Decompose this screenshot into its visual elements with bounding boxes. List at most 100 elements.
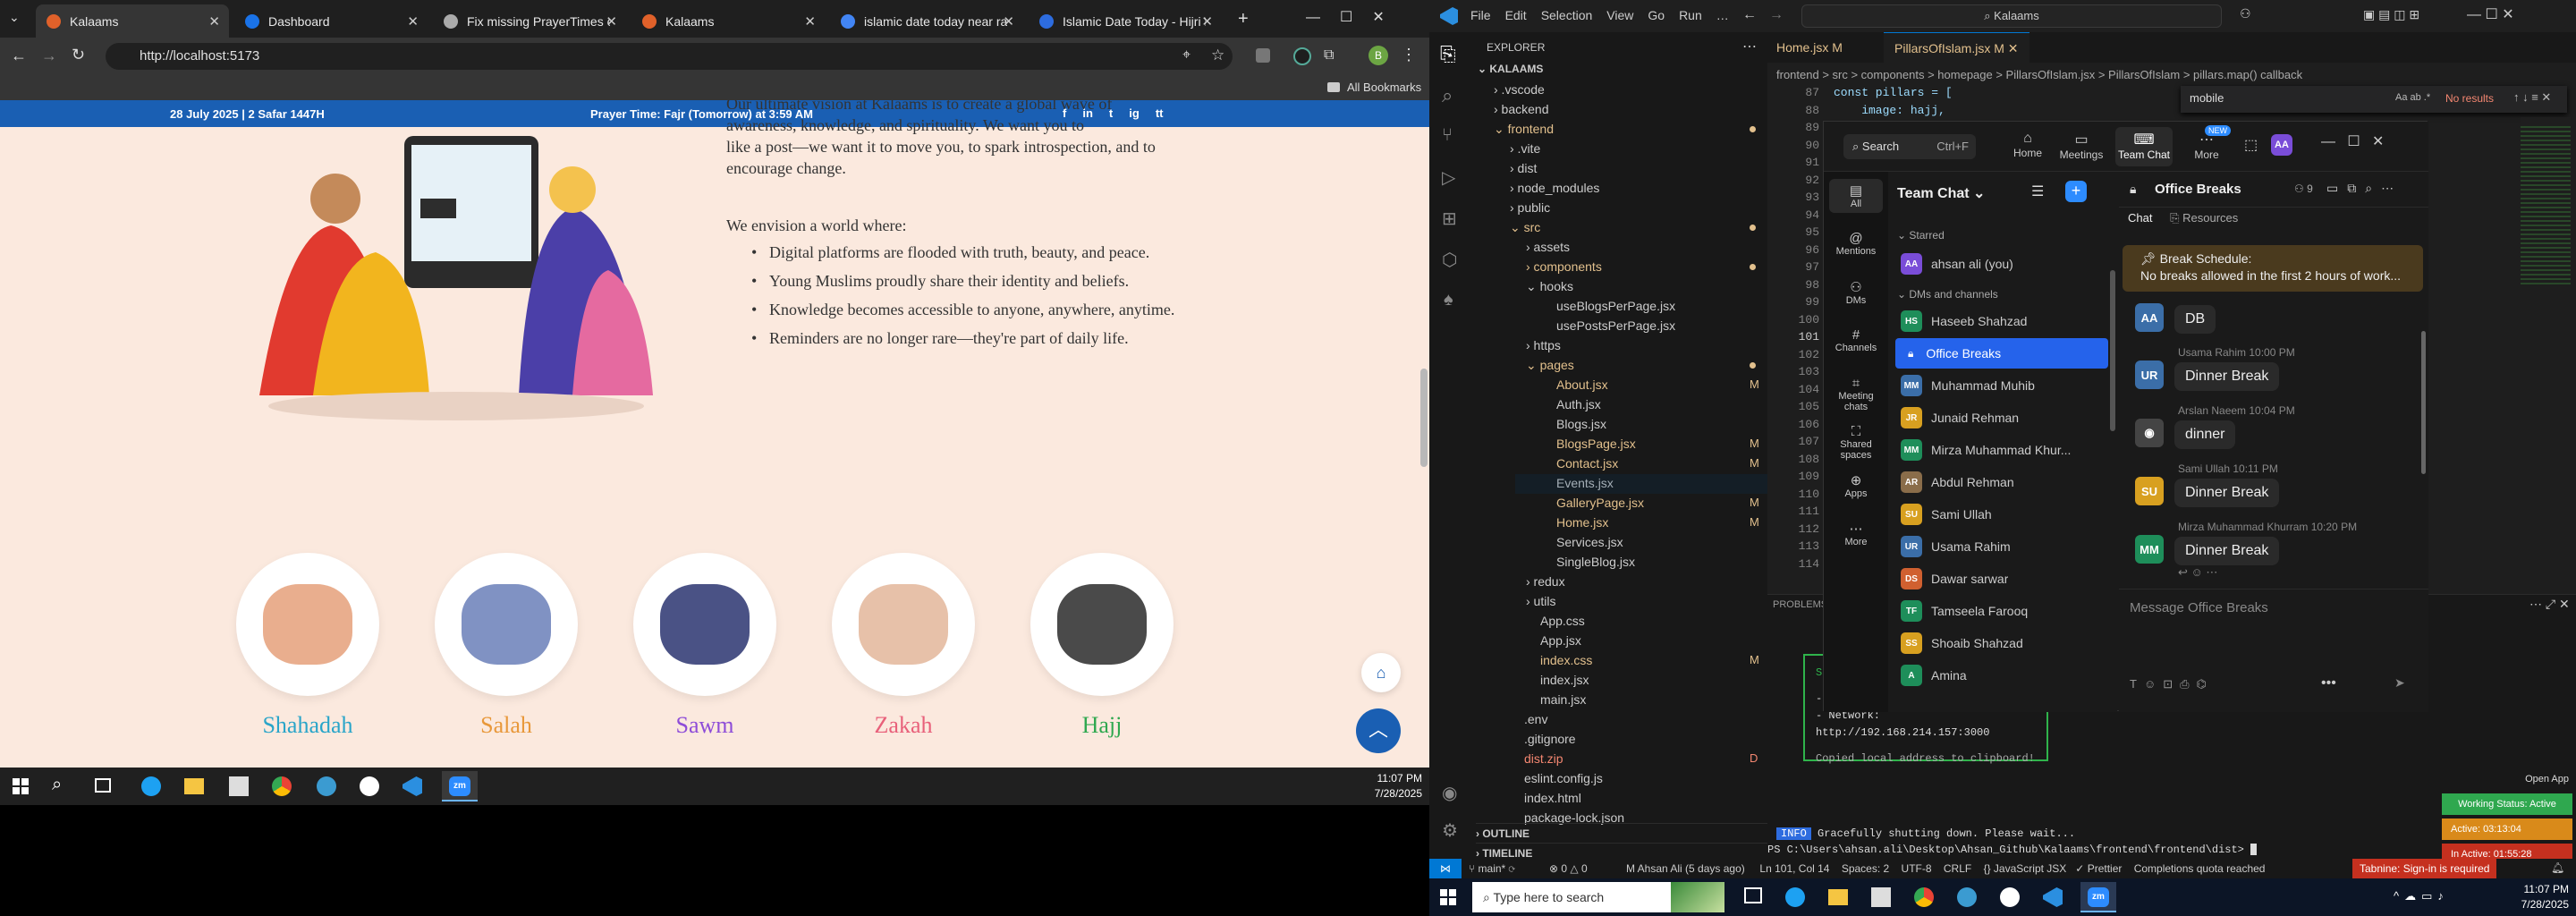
copilot-quota[interactable]: Completions quota reached <box>2134 862 2266 875</box>
filter-icon[interactable]: ☰ <box>2031 182 2044 200</box>
tree-item[interactable]: .gitignore <box>1524 732 1576 746</box>
pillar-label[interactable]: Shahadah <box>209 712 406 739</box>
message-bubble[interactable]: dinner <box>2174 420 2236 449</box>
zoom-user-avatar[interactable]: AA <box>2271 134 2292 156</box>
tree-item[interactable]: › assets <box>1526 240 1570 254</box>
contact-item[interactable]: AR Abdul Rehman <box>1895 467 2108 497</box>
zoom-layout-icon[interactable]: ⬚ <box>2244 136 2258 154</box>
contact-item[interactable]: DS Dawar sarwar <box>1895 564 2108 594</box>
search-icon[interactable]: ⌕ <box>52 775 62 795</box>
tree-item[interactable]: Contact.jsx <box>1556 456 1618 471</box>
starred-section[interactable]: ⌄ Starred <box>1897 229 1945 242</box>
pillar-card-hajj[interactable] <box>1030 553 1174 696</box>
team-chat-heading[interactable]: Team Chat ⌄ <box>1897 184 1985 202</box>
outline-section[interactable]: › OUTLINE <box>1476 823 1767 840</box>
pillar-label[interactable]: Salah <box>408 712 605 739</box>
resources-tab[interactable]: ⎘ Resources <box>2170 211 2238 225</box>
zoom-nav-team-chat[interactable]: ⌨ Team Chat <box>2115 127 2173 166</box>
find-nav-icons[interactable]: ↑ ↓ ≡ ✕ <box>2513 90 2551 105</box>
menu-more-icon[interactable]: … <box>1716 8 1729 22</box>
page-scrollbar[interactable] <box>1420 369 1428 467</box>
window-controls[interactable]: — ☐ ✕ <box>2467 5 2514 23</box>
message-bubble[interactable]: DB <box>2174 305 2216 334</box>
zoom-left-meeting-chats[interactable]: ⌗ Meeting chats <box>1829 372 1883 416</box>
tab-close-icon[interactable]: ✕ <box>407 13 419 30</box>
store-icon[interactable] <box>229 776 249 796</box>
extensions-icon[interactable]: ⊞ <box>1442 208 1457 230</box>
message-reaction-icons[interactable]: ↩︎ ☺ ⋯ <box>2178 565 2217 580</box>
tree-item[interactable]: › components <box>1526 259 1602 274</box>
tree-item[interactable]: › node_modules <box>1510 181 1599 195</box>
contact-me[interactable]: AA ahsan ali (you) <box>1895 249 2108 279</box>
tree-item[interactable]: › utils <box>1526 594 1555 608</box>
app-icon[interactable] <box>317 776 336 796</box>
vpn-icon[interactable] <box>1293 47 1311 65</box>
chrome-menu-icon[interactable]: ⋮ <box>1401 46 1417 64</box>
contact-item[interactable]: SS Shoaib Shahzad <box>1895 628 2108 658</box>
mongodb-icon[interactable]: ♠ <box>1444 290 1453 310</box>
pillar-card-salah[interactable] <box>435 553 578 696</box>
zoom-taskbar-icon[interactable]: zm <box>2080 882 2116 912</box>
explorer-icon[interactable]: ⎘ <box>1440 43 1456 66</box>
open-app-link[interactable]: Open App <box>2453 774 2569 785</box>
file-explorer-icon[interactable] <box>184 778 204 794</box>
timeline-section[interactable]: › TIMELINE <box>1476 843 1767 860</box>
tabnine-status[interactable]: Tabnine: Sign-in is required <box>2352 859 2497 878</box>
tab-close-icon[interactable]: ✕ <box>1003 13 1014 30</box>
branch-indicator[interactable]: ⑂ main* ⟳ <box>1469 862 1515 875</box>
problems-indicator[interactable]: ⊗ 0 △ 0 <box>1549 862 1588 875</box>
menu-item[interactable]: Selection <box>1541 8 1593 22</box>
tree-item[interactable]: › dist <box>1510 161 1537 175</box>
pillar-label[interactable]: Sawm <box>606 712 803 739</box>
windows-start-icon[interactable] <box>1440 889 1456 905</box>
message-bubble[interactable]: Dinner Break <box>2174 537 2280 565</box>
tab-pillars[interactable]: PillarsOfIslam.jsx M ✕ <box>1884 32 2029 63</box>
tree-item[interactable]: SingleBlog.jsx <box>1556 555 1635 569</box>
new-chat-icon[interactable]: + <box>2065 181 2087 202</box>
tree-item[interactable]: Services.jsx <box>1556 535 1623 549</box>
system-tray-icons[interactable]: ^☁▭♪ <box>2394 889 2449 903</box>
zoom-nav-home[interactable]: ⌂ Home <box>1999 127 2056 166</box>
language-mode[interactable]: {} JavaScript JSX <box>1984 862 2067 875</box>
project-root[interactable]: ⌄ KALAAMS <box>1478 63 1543 75</box>
zoom-left-dms[interactable]: ⚇ DMs <box>1829 276 1883 310</box>
panel-controls[interactable]: ⋯ ⤢ ✕ <box>2529 597 2570 612</box>
zoom-left-all[interactable]: ▤ All <box>1829 179 1883 213</box>
channel-name[interactable]: Office Breaks <box>2155 182 2241 197</box>
edge-taskbar-icon[interactable] <box>1785 887 1805 907</box>
menu-item[interactable]: Run <box>1679 8 1702 22</box>
address-bar[interactable]: http://localhost:5173 <box>106 43 1233 70</box>
browser-tab[interactable]: Islamic Date Today - Hijri Da ✕ <box>1029 4 1222 38</box>
location-icon[interactable]: ⌖ <box>1182 47 1191 64</box>
taskbar-clock[interactable]: 11:07 PM 7/28/2025 <box>2483 882 2569 912</box>
tree-item[interactable]: useBlogsPerPage.jsx <box>1556 299 1675 313</box>
menu-item[interactable]: File <box>1470 8 1491 22</box>
zoom-search[interactable]: ⌕ Search Ctrl+F <box>1843 134 1976 159</box>
encoding[interactable]: UTF-8 <box>1902 862 1932 875</box>
minimap[interactable] <box>2521 117 2571 493</box>
tree-item[interactable]: App.jsx <box>1540 633 1581 648</box>
contact-item[interactable]: UR Usama Rahim <box>1895 531 2108 562</box>
indent-setting[interactable]: Spaces: 2 <box>1842 862 1889 875</box>
tab-close-icon[interactable]: ✕ <box>1201 13 1213 30</box>
working-status[interactable]: Working Status: Active <box>2442 793 2572 815</box>
line-ending[interactable]: CRLF <box>1944 862 1971 875</box>
browser-tab[interactable]: islamic date today near rawa✕ <box>830 4 1023 38</box>
git-blame[interactable]: M Ahsan Ali (5 days ago) <box>1626 862 1745 875</box>
contact-item[interactable]: MM Mirza Muhammad Khur... <box>1895 435 2108 465</box>
social-link-icon[interactable]: ig <box>1129 106 1140 120</box>
message-input[interactable]: Message Office Breaks <box>2130 600 2268 615</box>
new-tab-icon[interactable]: + <box>1238 9 1249 30</box>
vscode-icon[interactable] <box>402 776 422 796</box>
command-center[interactable]: ⌕ Kalaams <box>1801 4 2222 28</box>
panel-tab[interactable]: PROBLEMS <box>1773 599 1827 610</box>
edge-icon[interactable] <box>141 776 161 796</box>
zoom-left-shared-spaces[interactable]: ⛶ Shared spaces <box>1829 420 1883 464</box>
chrome-icon[interactable] <box>272 776 292 796</box>
browser-tab[interactable]: Kalaams ✕ <box>36 4 229 38</box>
send-icon[interactable]: ➤ <box>2394 675 2405 691</box>
menu-item[interactable]: Edit <box>1505 8 1527 22</box>
tree-item[interactable]: index.html <box>1524 791 1581 805</box>
contact-item[interactable]: MM Muhammad Muhib <box>1895 370 2108 401</box>
contact-item[interactable]: SU Sami Ullah <box>1895 499 2108 530</box>
